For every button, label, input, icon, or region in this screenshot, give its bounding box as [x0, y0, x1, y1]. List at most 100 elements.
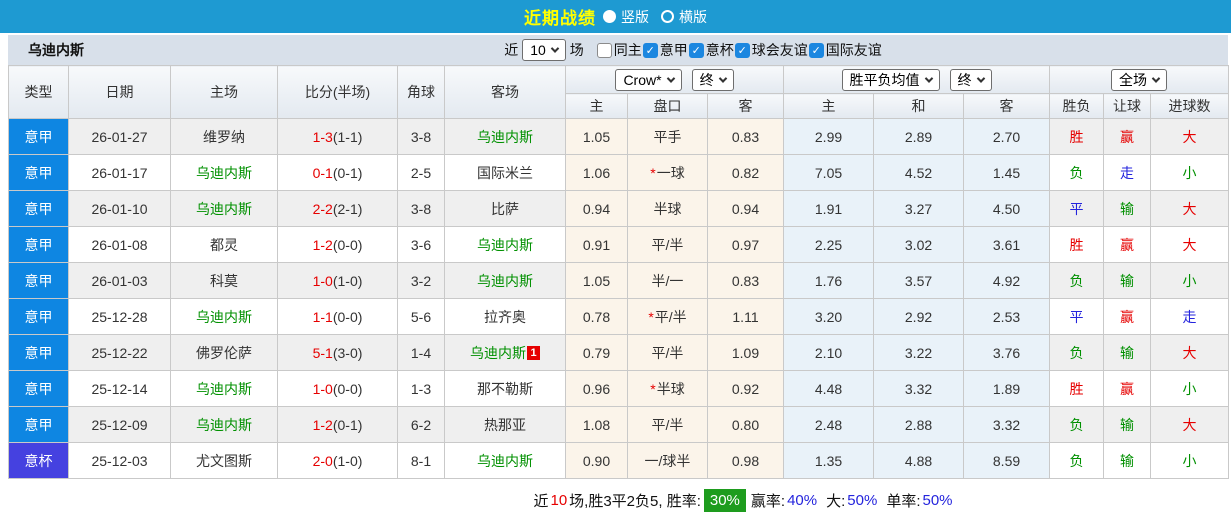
score-halftime: 5-1(3-0) [277, 334, 398, 371]
odds-company-select[interactable]: Crow* [615, 68, 682, 91]
avg-draw-odds: 4.88 [873, 442, 965, 479]
corners: 3-8 [397, 118, 445, 155]
odds-away: 0.92 [706, 370, 785, 407]
score-halftime: 1-2(0-0) [277, 226, 398, 263]
result-badge: 胜 [1049, 226, 1105, 263]
subcol-odds-home: 主 [565, 93, 628, 119]
checkbox-icon[interactable] [596, 42, 612, 58]
match-date: 26-01-10 [68, 190, 171, 227]
avg-draw-odds: 3.27 [873, 190, 965, 227]
big-rate-value: 50% [847, 491, 878, 509]
handicap: 平/半 [627, 334, 708, 371]
radio-icon[interactable] [603, 10, 616, 23]
home-team: 尤文图斯 [170, 442, 278, 479]
layout-radio[interactable]: 竖版 [603, 7, 649, 27]
checkbox-label: 球会友谊 [751, 42, 808, 58]
match-type: 意甲 [8, 262, 69, 299]
radio-icon[interactable] [661, 10, 674, 23]
goals-badge: 大 [1150, 190, 1230, 227]
layout-radio[interactable]: 横版 [661, 7, 707, 27]
avg-home-odds: 7.05 [783, 154, 875, 191]
score-halftime: 0-1(0-1) [277, 154, 398, 191]
avg-draw-odds: 3.02 [873, 226, 965, 263]
handicap-result-badge: 赢 [1103, 370, 1152, 407]
filter-bar: 乌迪内斯 近 10 场 同主 意甲 意杯 [8, 35, 1228, 65]
avg-home-odds: 1.76 [783, 262, 875, 299]
match-row: 意甲 25-12-14 乌迪内斯 1-0(0-0) 1-3 那不勒斯 0.96 … [8, 370, 1230, 407]
layout-radio-group: 竖版 横版 [603, 7, 707, 27]
corners: 1-3 [397, 370, 445, 407]
handicap: 一/球半 [627, 442, 708, 479]
match-type: 意甲 [8, 190, 69, 227]
checkbox-label: 意甲 [659, 42, 688, 58]
competition-checkbox[interactable]: 同主 [596, 40, 642, 60]
match-type: 意甲 [8, 298, 69, 335]
avg-home-odds: 2.10 [783, 334, 875, 371]
avg-away-odds: 2.53 [963, 298, 1051, 335]
match-count-select[interactable]: 10 [522, 39, 566, 61]
odds-stage-select[interactable]: 终 [691, 68, 734, 91]
checkbox-icon[interactable] [642, 42, 658, 58]
odds-away: 1.11 [706, 298, 785, 335]
corners: 3-6 [397, 226, 445, 263]
home-team: 乌迪内斯 [170, 406, 278, 443]
avg-draw-odds: 2.88 [873, 406, 965, 443]
avg-stage-select[interactable]: 终 [949, 68, 992, 91]
checkbox-icon[interactable] [734, 42, 750, 58]
radio-label: 横版 [679, 8, 707, 25]
result-badge: 负 [1049, 262, 1105, 299]
avg-home-odds: 3.20 [783, 298, 875, 335]
goals-badge: 小 [1150, 262, 1230, 299]
competition-checkbox[interactable]: 意甲 [642, 40, 688, 60]
corners: 3-2 [397, 262, 445, 299]
checkbox-icon[interactable] [808, 42, 824, 58]
odds-away: 0.82 [706, 154, 785, 191]
avg-away-odds: 4.92 [963, 262, 1051, 299]
result-badge: 负 [1049, 334, 1105, 371]
score-halftime: 1-2(0-1) [277, 406, 398, 443]
handicap-rate-value: 40% [787, 491, 818, 509]
score-halftime: 1-0(0-0) [277, 370, 398, 407]
handicap-result-badge: 走 [1103, 154, 1152, 191]
summary-near-count: 10 [550, 491, 568, 509]
results-body: 意甲 26-01-27 维罗纳 1-3(1-1) 3-8 乌迪内斯 1.05 平… [8, 118, 1230, 479]
col-header-type: 类型 [8, 65, 69, 119]
col-header-date: 日期 [68, 65, 171, 119]
page-title: 近期战绩 [524, 9, 596, 28]
handicap: 平手 [627, 118, 708, 155]
big-rate-label: 大: [826, 492, 846, 510]
score-halftime: 1-0(1-0) [277, 262, 398, 299]
match-type: 意甲 [8, 154, 69, 191]
odds-home: 1.05 [565, 118, 628, 155]
handicap-result-badge: 输 [1103, 190, 1152, 227]
team-name: 乌迪内斯 [28, 42, 84, 58]
away-team: 乌迪内斯 [444, 442, 566, 479]
goals-badge: 大 [1150, 118, 1230, 155]
avg-home-odds: 1.35 [783, 442, 875, 479]
goals-badge: 大 [1150, 226, 1230, 263]
goals-badge: 走 [1150, 298, 1230, 335]
avg-home-odds: 4.48 [783, 370, 875, 407]
odds-home: 0.96 [565, 370, 628, 407]
checkbox-label: 意杯 [705, 42, 734, 58]
away-team: 乌迪内斯 [444, 118, 566, 155]
checkbox-icon[interactable] [688, 42, 704, 58]
away-team: 乌迪内斯 [444, 262, 566, 299]
match-date: 25-12-09 [68, 406, 171, 443]
match-row: 意甲 25-12-28 乌迪内斯 1-1(0-0) 5-6 拉齐奥 0.78 *… [8, 298, 1230, 335]
corners: 3-8 [397, 190, 445, 227]
competition-checkbox[interactable]: 意杯 [688, 40, 734, 60]
match-row: 意甲 25-12-09 乌迪内斯 1-2(0-1) 6-2 热那亚 1.08 平… [8, 406, 1230, 443]
match-date: 25-12-14 [68, 370, 171, 407]
competition-checkbox[interactable]: 球会友谊 [734, 40, 808, 60]
col-header-home: 主场 [170, 65, 278, 119]
avg-odds-select[interactable]: 胜平负均值 [841, 68, 940, 91]
goals-badge: 小 [1150, 442, 1230, 479]
competition-checkbox[interactable]: 国际友谊 [808, 40, 882, 60]
scope-select[interactable]: 全场 [1111, 68, 1168, 91]
match-type: 意杯 [8, 442, 69, 479]
chevron-down-icon [1151, 73, 1161, 83]
match-row: 意甲 26-01-10 乌迪内斯 2-2(2-1) 3-8 比萨 0.94 半球… [8, 190, 1230, 227]
avg-draw-odds: 3.32 [873, 370, 965, 407]
avg-header-group: 胜平负均值 终 [783, 65, 1051, 94]
